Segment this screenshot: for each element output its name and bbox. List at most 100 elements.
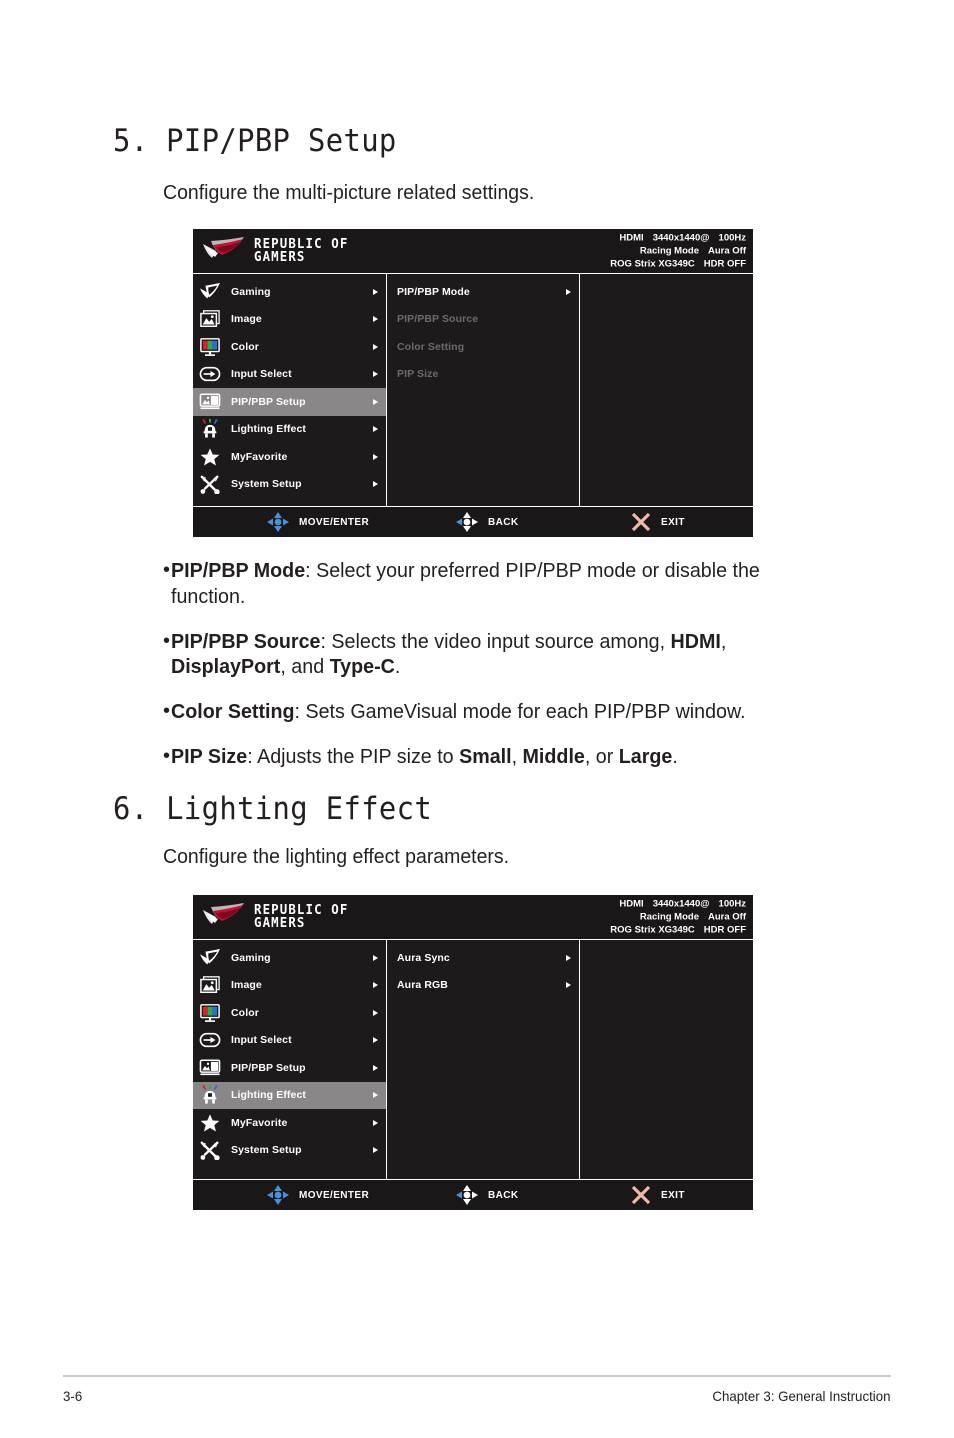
chevron-right-icon <box>373 371 378 378</box>
color-monitor-icon <box>200 1003 220 1022</box>
sidebar-item-label: Lighting Effect <box>231 423 306 436</box>
osd-footer: MOVE/ENTER BACK EXIT <box>193 506 753 537</box>
chevron-right-icon <box>373 1064 378 1071</box>
sidebar-item-image[interactable]: Image <box>193 972 386 1000</box>
chevron-right-icon <box>373 343 378 350</box>
osd-screenshot-pip-pbp: REPUBLIC OF GAMERS HDMI 3440x1440@ 100Hz… <box>192 228 754 538</box>
rog-eye-icon <box>200 948 220 965</box>
osd-nav-column: Gaming Image Color Input Select PIP/PBP Setu… <box>193 274 387 506</box>
lighting-effect-icon <box>202 419 218 438</box>
sidebar-item-lighting-effect[interactable]: Lighting Effect <box>193 416 386 444</box>
color-monitor-icon <box>200 337 220 356</box>
sidebar-item-color[interactable]: Color <box>193 333 386 361</box>
sidebar-item-gaming[interactable]: Gaming <box>193 944 386 972</box>
sidebar-item-system-setup[interactable]: System Setup <box>193 471 386 499</box>
sidebar-item-myfavorite[interactable]: MyFavorite <box>193 443 386 471</box>
dpad-move-icon <box>267 512 289 532</box>
bullet-text: PIP/PBP Source: Selects the video input … <box>171 629 727 679</box>
sidebar-item-myfavorite[interactable]: MyFavorite <box>193 1109 386 1137</box>
chevron-right-icon <box>373 481 378 488</box>
osd-back-label: BACK <box>488 516 519 528</box>
bullet-dot: • <box>163 629 171 652</box>
osd-exit-button[interactable]: EXIT <box>630 511 685 533</box>
bullet-emphasis: Middle <box>522 745 585 769</box>
chevron-right-icon <box>373 316 378 323</box>
star-icon <box>200 1114 220 1132</box>
sidebar-item-color[interactable]: Color <box>193 999 386 1027</box>
sidebar-item-gaming[interactable]: Gaming <box>193 278 386 306</box>
sidebar-item-system-setup[interactable]: System Setup <box>193 1137 386 1165</box>
list-item: • Color Setting: Sets GameVisual mode for… <box>163 699 843 725</box>
sidebar-item-label: Gaming <box>231 951 271 964</box>
intro-text-lighting-effect: Configure the lighting effect parameters… <box>163 845 510 868</box>
submenu-item-color-setting: Color Setting <box>387 333 579 361</box>
status-mode: Racing Mode <box>639 911 699 923</box>
sidebar-item-image[interactable]: Image <box>193 306 386 334</box>
sidebar-item-lighting-effect[interactable]: Lighting Effect <box>193 1081 386 1109</box>
sidebar-item-pip-pbp-setup[interactable]: PIP/PBP Setup <box>193 1054 386 1082</box>
close-icon <box>631 512 651 532</box>
chevron-right-icon <box>566 982 571 989</box>
status-mode: Racing Mode <box>639 245 699 257</box>
tools-icon <box>200 1141 220 1161</box>
chevron-right-icon <box>373 1119 378 1126</box>
osd-back-button[interactable]: BACK <box>455 511 519 533</box>
osd-exit-button[interactable]: EXIT <box>630 1184 685 1206</box>
sidebar-item-pip-pbp-setup[interactable]: PIP/PBP Setup <box>193 388 386 416</box>
osd-move-enter-button[interactable]: MOVE/ENTER <box>266 1184 369 1206</box>
bullet-dot: • <box>163 559 171 581</box>
rog-eye-logo-icon <box>203 237 244 258</box>
submenu-item-label: Color Setting <box>397 340 465 353</box>
status-hdr: HDR OFF <box>703 924 746 936</box>
osd-back-button[interactable]: BACK <box>455 1184 519 1206</box>
list-item: • PIP Size: Adjusts the PIP size to Small… <box>163 744 843 770</box>
dpad-move-icon <box>267 1185 289 1205</box>
bullet-list: • PIP/PBP Mode: Select your preferred PIP… <box>163 558 843 789</box>
chapter-label: Chapter 3: General Instruction <box>712 1388 891 1404</box>
pip-pbp-icon <box>199 1059 221 1075</box>
page-number: 3-6 <box>63 1388 83 1404</box>
chevron-right-icon <box>373 288 378 295</box>
lighting-effect-icon <box>202 1085 218 1104</box>
bullet-text: Color Setting: Sets GameVisual mode for … <box>171 700 746 724</box>
chevron-right-icon <box>373 453 378 460</box>
dpad-back-icon <box>456 512 478 532</box>
list-item: • PIP/PBP Mode: Select your preferred PIP… <box>163 558 843 610</box>
sidebar-item-input-select[interactable]: Input Select <box>193 361 386 389</box>
dpad-back-icon <box>456 1185 478 1205</box>
chevron-right-icon <box>566 954 571 961</box>
osd-status-info: HDMI 3440x1440@ 100Hz Racing Mode Aura O… <box>610 231 746 270</box>
sidebar-item-input-select[interactable]: Input Select <box>193 1027 386 1055</box>
footer-divider <box>63 1375 891 1377</box>
osd-move-enter-label: MOVE/ENTER <box>299 516 370 528</box>
bullet-text: PIP/PBP Mode: Select your preferred PIP/… <box>171 559 760 608</box>
submenu-item-aura-sync[interactable]: Aura Sync <box>387 944 579 972</box>
image-icon <box>200 976 220 994</box>
status-aura: Aura Off <box>708 911 746 923</box>
chevron-right-icon <box>373 1037 378 1044</box>
chevron-right-icon <box>566 288 571 295</box>
submenu-item-pip-pbp-source: PIP/PBP Source <box>387 306 579 334</box>
submenu-item-label: Aura Sync <box>397 951 450 964</box>
osd-submenu-column: Aura Sync Aura RGB <box>387 940 580 1179</box>
submenu-item-label: PIP/PBP Source <box>397 313 479 326</box>
rog-wordmark: REPUBLIC OF GAMERS <box>254 237 348 264</box>
osd-screenshot-lighting-effect: REPUBLIC OF GAMERS HDMI 3440x1440@ 100Hz… <box>192 894 754 1211</box>
rog-logo: REPUBLIC OF GAMERS <box>201 902 357 932</box>
bullet-term: Color Setting <box>171 700 295 724</box>
sidebar-item-label: Gaming <box>231 285 271 298</box>
status-refresh: 100Hz <box>718 232 746 244</box>
bullet-term: PIP/PBP Mode <box>171 559 306 582</box>
status-aura: Aura Off <box>708 245 746 257</box>
manual-page: 5. PIP/PBP Setup Configure the multi-pic… <box>0 0 954 1438</box>
bullet-term: PIP Size <box>171 745 248 769</box>
list-item: • PIP/PBP Source: Selects the video input… <box>163 629 843 681</box>
status-hdr: HDR OFF <box>703 258 746 270</box>
osd-submenu-column: PIP/PBP Mode PIP/PBP Source Color Setting P… <box>387 274 580 506</box>
sidebar-item-label: Image <box>231 313 262 326</box>
page-footer: 3-6 Chapter 3: General Instruction <box>63 1375 891 1404</box>
osd-move-enter-button[interactable]: MOVE/ENTER <box>266 511 369 533</box>
rog-word-line2: GAMERS <box>254 915 306 931</box>
submenu-item-aura-rgb[interactable]: Aura RGB <box>387 972 579 1000</box>
submenu-item-pip-pbp-mode[interactable]: PIP/PBP Mode <box>387 278 579 306</box>
